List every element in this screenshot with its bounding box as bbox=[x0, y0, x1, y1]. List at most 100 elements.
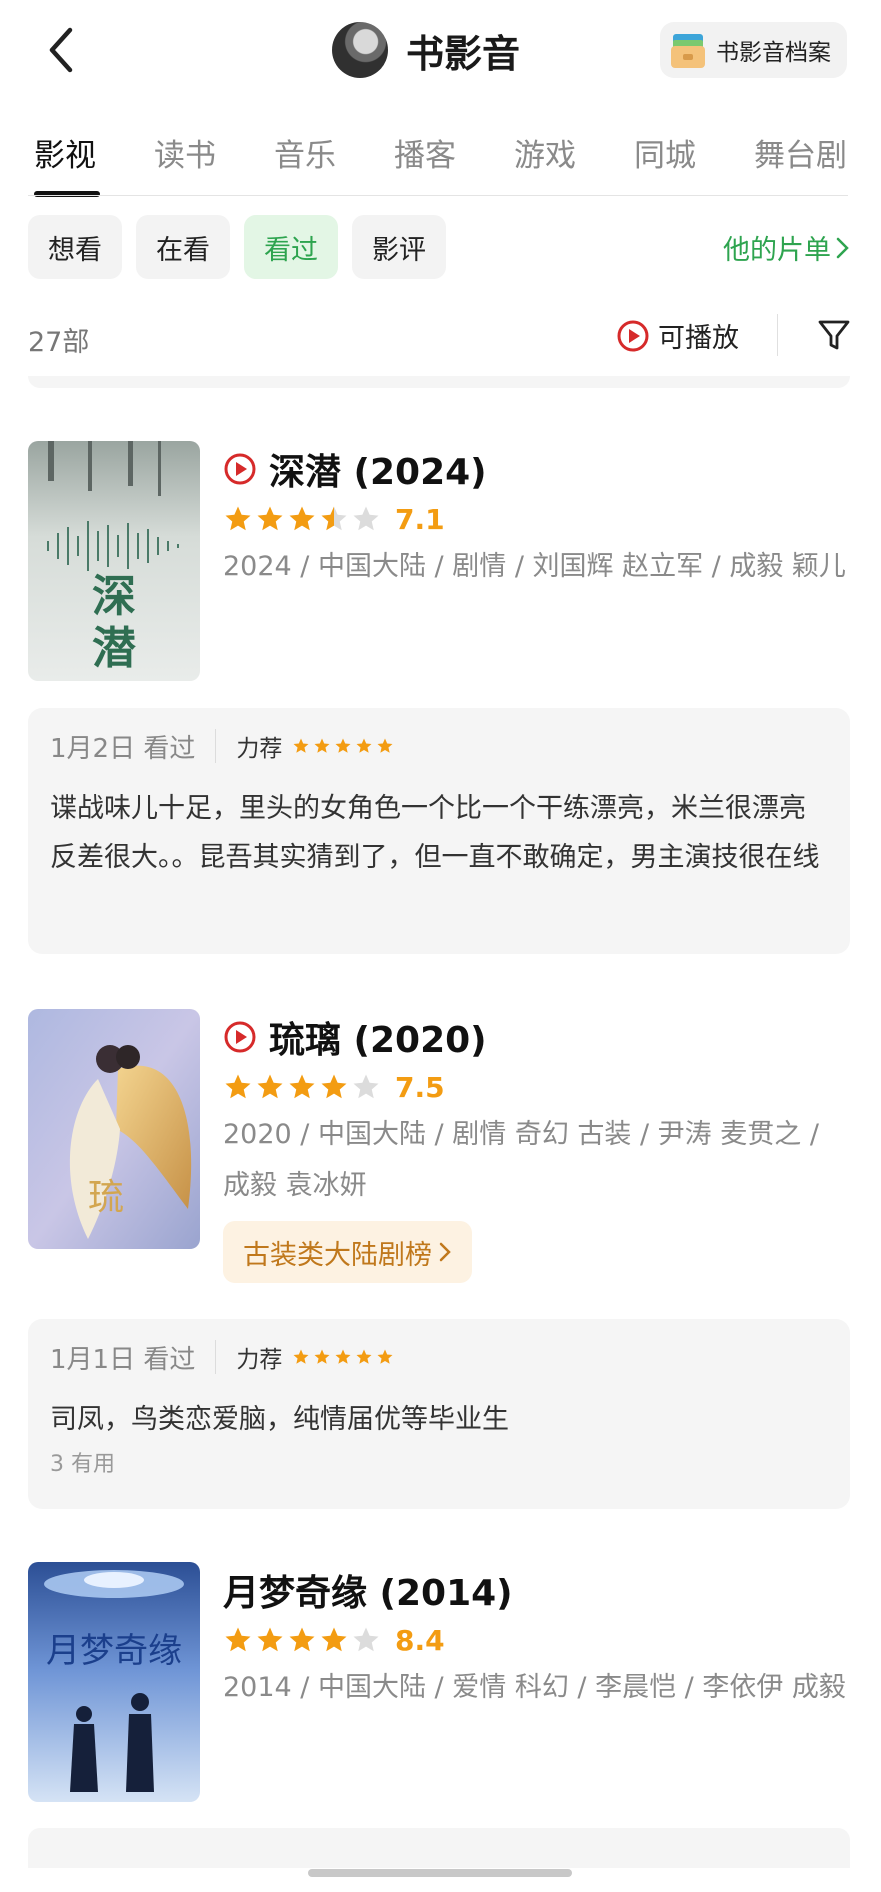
review-card[interactable]: 1月2日 看过 力荐 谍战味儿十足，里头的女角色一个比一个干练漂亮，米兰很漂亮反… bbox=[28, 708, 850, 954]
star-icon bbox=[225, 1074, 251, 1099]
star-icon bbox=[377, 1349, 393, 1364]
item-title[interactable]: 深潜 (2024) bbox=[269, 443, 487, 495]
avatar[interactable] bbox=[332, 22, 388, 78]
play-icon[interactable] bbox=[223, 1020, 257, 1054]
star-icon bbox=[257, 1074, 283, 1099]
star-icon bbox=[356, 738, 372, 753]
his-list-link[interactable]: 他的片单 bbox=[723, 228, 851, 267]
chip-watched[interactable]: 看过 bbox=[244, 215, 338, 279]
star-icon bbox=[257, 506, 283, 531]
previous-review-edge bbox=[28, 376, 850, 388]
poster-image[interactable]: 深 潜 bbox=[28, 441, 200, 681]
tab-books[interactable]: 读书 bbox=[154, 130, 216, 175]
list-item[interactable]: 月梦奇缘 月梦奇缘 (2014) 8.4 2014 / 中国大陆 / 爱情 科幻… bbox=[28, 1562, 850, 1802]
rating-stars bbox=[223, 1625, 381, 1655]
his-list-label: 他的片单 bbox=[723, 235, 831, 266]
play-icon bbox=[617, 320, 649, 351]
review-date: 1月1日 看过 bbox=[50, 1344, 196, 1375]
divider bbox=[215, 1340, 217, 1374]
star-icon bbox=[356, 1349, 372, 1364]
list-item[interactable]: 琉 琉璃 (2020) 7.5 2020 / 中国大陆 / 剧情 奇幻 古装 /… bbox=[28, 1009, 850, 1283]
header-center: 书影音 bbox=[332, 20, 520, 80]
useful-count[interactable]: 3 有用 bbox=[50, 1446, 828, 1478]
category-tabs: 影视 读书 音乐 播客 游戏 同城 舞台剧 bbox=[0, 130, 881, 198]
star-icon bbox=[225, 506, 251, 531]
archive-label: 书影音档案 bbox=[716, 40, 831, 66]
poster-image[interactable]: 琉 bbox=[28, 1009, 200, 1249]
star-icon bbox=[353, 506, 379, 531]
filter-icon[interactable] bbox=[816, 317, 852, 353]
svg-text:深: 深 bbox=[92, 571, 136, 622]
chevron-right-icon bbox=[439, 1242, 451, 1262]
list-item[interactable]: 深 潜 深潜 (2024) 7.1 2024 / 中国大陆 / 剧情 / 刘国辉… bbox=[28, 441, 850, 681]
rating-score: 8.4 bbox=[395, 1623, 445, 1657]
divider bbox=[777, 314, 778, 356]
tab-underline bbox=[34, 191, 100, 197]
item-count: 27部 bbox=[28, 327, 90, 358]
item-info: 月梦奇缘 (2014) 8.4 2014 / 中国大陆 / 爱情 科幻 / 李晨… bbox=[223, 1562, 850, 1713]
archive-button[interactable]: 书影音档案 bbox=[660, 22, 847, 78]
rank-tag-label: 古装类大陆剧榜 bbox=[243, 1239, 432, 1271]
star-icon bbox=[321, 506, 347, 531]
item-meta: 2020 / 中国大陆 / 剧情 奇幻 古装 / 尹涛 麦贯之 / 成毅 袁冰妍 bbox=[223, 1119, 819, 1201]
divider bbox=[28, 195, 848, 196]
chevron-right-icon bbox=[836, 237, 849, 258]
item-info: 深潜 (2024) 7.1 2024 / 中国大陆 / 剧情 / 刘国辉 赵立军… bbox=[223, 441, 850, 592]
divider bbox=[215, 729, 217, 763]
review-text: 司凤，鸟类恋爱脑，纯情届优等毕业生 bbox=[50, 1404, 509, 1435]
page: 书影音 书影音档案 影视 读书 音乐 播客 游戏 同城 舞台剧 想看 在看 看过… bbox=[0, 0, 881, 1892]
review-card[interactable]: 1月1日 看过 力荐 司凤，鸟类恋爱脑，纯情届优等毕业生 3 有用 bbox=[28, 1319, 850, 1509]
chip-want[interactable]: 想看 bbox=[28, 215, 122, 279]
review-rec: 力荐 bbox=[236, 736, 283, 762]
star-icon bbox=[225, 1627, 251, 1652]
star-icon bbox=[293, 738, 309, 753]
chip-reviews[interactable]: 影评 bbox=[352, 215, 446, 279]
tab-stage[interactable]: 舞台剧 bbox=[754, 130, 848, 175]
poster-image[interactable]: 月梦奇缘 bbox=[28, 1562, 200, 1802]
star-icon bbox=[321, 1627, 347, 1652]
rank-tag[interactable]: 古装类大陆剧榜 bbox=[223, 1221, 472, 1283]
tab-games[interactable]: 游戏 bbox=[514, 130, 576, 175]
header: 书影音 书影音档案 bbox=[0, 0, 881, 100]
star-icon bbox=[289, 1074, 315, 1099]
page-title: 书影音 bbox=[406, 31, 521, 76]
playable-filter[interactable]: 可播放 bbox=[616, 316, 739, 355]
rating-stars bbox=[223, 504, 381, 534]
next-review-edge bbox=[28, 1828, 850, 1868]
star-icon bbox=[353, 1074, 379, 1099]
svg-text:琉: 琉 bbox=[88, 1177, 124, 1218]
star-icon bbox=[377, 738, 393, 753]
rating-score: 7.5 bbox=[395, 1070, 445, 1104]
status-chips: 想看 在看 看过 影评 bbox=[28, 215, 446, 279]
archive-icon bbox=[671, 34, 705, 68]
star-icon bbox=[335, 738, 351, 753]
review-date: 1月2日 看过 bbox=[50, 733, 196, 764]
star-icon bbox=[314, 1349, 330, 1364]
home-indicator[interactable] bbox=[308, 1869, 572, 1877]
star-icon bbox=[289, 506, 315, 531]
back-icon[interactable] bbox=[40, 24, 86, 76]
star-icon bbox=[353, 1627, 379, 1652]
svg-text:月梦奇缘: 月梦奇缘 bbox=[46, 1631, 182, 1671]
tab-podcast[interactable]: 播客 bbox=[394, 130, 456, 175]
star-icon bbox=[335, 1349, 351, 1364]
rating-score: 7.1 bbox=[395, 502, 445, 536]
tab-local[interactable]: 同城 bbox=[634, 130, 696, 175]
svg-text:潜: 潜 bbox=[92, 623, 136, 674]
star-icon bbox=[289, 1627, 315, 1652]
star-icon bbox=[321, 1074, 347, 1099]
item-meta: 2024 / 中国大陆 / 剧情 / 刘国辉 赵立军 / 成毅 颖儿 bbox=[223, 551, 846, 582]
item-title[interactable]: 月梦奇缘 (2014) bbox=[223, 1564, 513, 1616]
tab-movies[interactable]: 影视 bbox=[34, 130, 96, 175]
review-stars bbox=[292, 1348, 394, 1366]
play-icon[interactable] bbox=[223, 452, 257, 486]
star-icon bbox=[257, 1627, 283, 1652]
playable-label: 可播放 bbox=[658, 323, 739, 354]
tab-music[interactable]: 音乐 bbox=[274, 130, 336, 175]
star-icon bbox=[293, 1349, 309, 1364]
chip-watching[interactable]: 在看 bbox=[136, 215, 230, 279]
item-title[interactable]: 琉璃 (2020) bbox=[269, 1011, 487, 1063]
review-text: 谍战味儿十足，里头的女角色一个比一个干练漂亮，米兰很漂亮反差很大。。昆吾其实猜到… bbox=[50, 793, 820, 873]
rating-stars bbox=[223, 1072, 381, 1102]
item-meta: 2014 / 中国大陆 / 爱情 科幻 / 李晨恺 / 李依伊 成毅 bbox=[223, 1672, 846, 1703]
